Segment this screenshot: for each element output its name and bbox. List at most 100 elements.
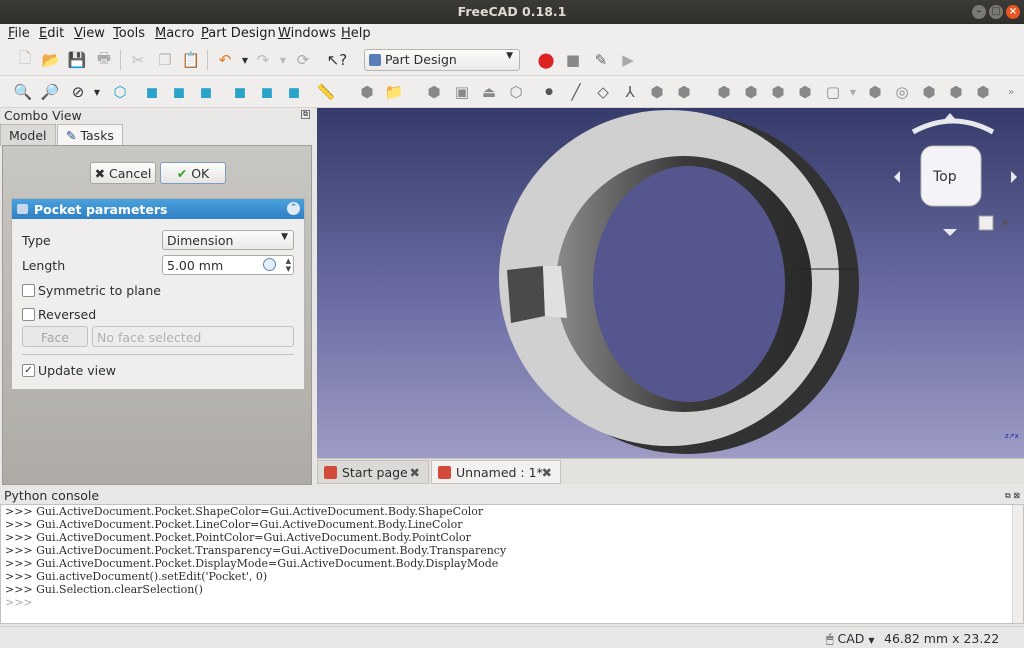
navigation-style-label: CAD xyxy=(837,631,865,646)
create-part-icon[interactable]: ⬢ xyxy=(356,81,378,103)
print-icon[interactable]: 🖶 xyxy=(93,49,115,71)
type-select[interactable]: Dimension ▼ xyxy=(162,230,294,250)
tab-start-page[interactable]: Start page ✖ xyxy=(317,460,429,484)
run-macro-icon[interactable]: ▶ xyxy=(617,49,639,71)
spin-arrows-icon[interactable]: ▲ ▼ xyxy=(286,257,291,273)
shape-binder-icon[interactable]: ⬢ xyxy=(646,81,668,103)
tab-tasks[interactable]: ✎ Tasks xyxy=(57,124,123,146)
close-tab-icon[interactable]: ✖ xyxy=(542,465,552,480)
close-button[interactable]: × xyxy=(1006,5,1020,19)
float-panel-icon[interactable]: ⧉ xyxy=(301,110,310,119)
panel-header[interactable]: Pocket parameters ⌃ xyxy=(12,199,304,219)
3d-viewport[interactable]: Top z↗x xyxy=(317,108,1024,458)
record-macro-icon[interactable]: ⬤ xyxy=(535,49,557,71)
hole-icon[interactable]: ◎ xyxy=(891,81,913,103)
additive-pipe-icon[interactable]: ⬢ xyxy=(794,81,816,103)
navigation-style[interactable]: 🖱 CAD ▼ xyxy=(826,631,875,647)
left-view-icon[interactable]: ◼ xyxy=(283,81,305,103)
menu-help[interactable]: Help xyxy=(341,26,371,41)
copy-icon[interactable]: ❐ xyxy=(154,49,176,71)
additive-primitive-icon[interactable]: ▢ xyxy=(822,81,844,103)
isometric-view-icon[interactable]: ⬡ xyxy=(109,81,131,103)
bottom-view-icon[interactable]: ◼ xyxy=(256,81,278,103)
local-cs-icon[interactable]: ⅄ xyxy=(619,81,641,103)
more-tools-icon[interactable]: » xyxy=(1000,81,1022,103)
groove-icon[interactable]: ⬢ xyxy=(918,81,940,103)
datum-plane-icon[interactable]: ◇ xyxy=(592,81,614,103)
additive-loft-icon[interactable]: ⬢ xyxy=(767,81,789,103)
cube-menu-icon xyxy=(978,215,994,231)
expression-icon[interactable] xyxy=(263,258,276,271)
tab-unnamed[interactable]: Unnamed : 1* ✖ xyxy=(431,460,561,484)
console-line: >>> Gui.ActiveDocument.Pocket.DisplayMod… xyxy=(5,557,499,570)
menu-macro[interactable]: Macro xyxy=(155,26,194,41)
revolution-icon[interactable]: ⬢ xyxy=(740,81,762,103)
open-file-icon[interactable]: 📂 xyxy=(40,49,62,71)
update-view-checkbox[interactable]: ✓ xyxy=(22,364,35,377)
create-sketch-icon[interactable]: ▣ xyxy=(451,81,473,103)
minimize-button[interactable]: – xyxy=(972,5,986,19)
cube-face-label: Top xyxy=(932,169,957,185)
face-button[interactable]: Face xyxy=(22,326,88,347)
clone-icon[interactable]: ⬡ xyxy=(505,81,527,103)
ok-button[interactable]: ✔ OK xyxy=(160,162,226,184)
right-view-icon[interactable]: ◼ xyxy=(195,81,217,103)
rear-view-icon[interactable]: ◼ xyxy=(229,81,251,103)
redo-icon[interactable]: ↷ xyxy=(252,49,274,71)
front-view-icon[interactable]: ◼ xyxy=(141,81,163,103)
edit-macro-icon[interactable]: ✎ xyxy=(590,49,612,71)
file-toolbar: 🗋 📂 💾 🖶 ✂ ❐ 📋 ↶ ▼ ↷ ▼ ⟳ ↖? Part Design ▼… xyxy=(0,44,1024,76)
model-render[interactable]: Top z↗x xyxy=(317,108,1024,458)
menu-view[interactable]: View xyxy=(74,26,105,41)
tab-model[interactable]: Model xyxy=(0,124,56,146)
workbench-selector[interactable]: Part Design ▼ xyxy=(364,49,520,71)
reversed-checkbox[interactable] xyxy=(22,308,35,321)
menu-bar: File Edit View Tools Macro Part Design W… xyxy=(0,24,1024,44)
pocket-icon[interactable]: ⬢ xyxy=(864,81,886,103)
subtractive-loft-icon[interactable]: ⬢ xyxy=(945,81,967,103)
subtractive-pipe-icon[interactable]: ⬢ xyxy=(972,81,994,103)
stop-macro-icon[interactable]: ■ xyxy=(562,49,584,71)
collapse-icon[interactable]: ⌃ xyxy=(287,202,300,215)
console-dock-buttons[interactable]: ⧉ ⊠ xyxy=(1005,491,1020,501)
fit-all-icon[interactable]: 🔍 xyxy=(12,81,34,103)
toolbar-separator xyxy=(120,50,121,70)
close-tab-icon[interactable]: ✖ xyxy=(410,465,420,480)
top-view-icon[interactable]: ◼ xyxy=(168,81,190,103)
maximize-button[interactable]: □ xyxy=(989,5,1003,19)
pad-icon[interactable]: ⬢ xyxy=(713,81,735,103)
paste-icon[interactable]: 📋 xyxy=(180,49,202,71)
sub-shape-binder-icon[interactable]: ⬢ xyxy=(673,81,695,103)
combo-view-title: Combo View xyxy=(4,108,82,123)
menu-file[interactable]: File xyxy=(8,26,30,41)
console-scrollbar[interactable] xyxy=(1012,505,1023,623)
save-icon[interactable]: 💾 xyxy=(66,49,88,71)
symmetric-checkbox[interactable] xyxy=(22,284,35,297)
console-prompt[interactable]: >>> xyxy=(5,596,36,609)
refresh-icon[interactable]: ⟳ xyxy=(292,49,314,71)
datum-point-icon[interactable]: ● xyxy=(538,81,560,103)
datum-line-icon[interactable]: ╱ xyxy=(565,81,587,103)
menu-tools[interactable]: Tools xyxy=(113,26,145,41)
additive-primitive-dropdown-icon[interactable]: ▼ xyxy=(842,81,864,103)
length-input[interactable]: 5.00 mm ▲ ▼ xyxy=(162,255,294,275)
menu-edit[interactable]: Edit xyxy=(39,26,64,41)
cut-icon[interactable]: ✂ xyxy=(127,49,149,71)
whats-this-icon[interactable]: ↖? xyxy=(326,49,348,71)
redo-dropdown-icon[interactable]: ▼ xyxy=(272,49,294,71)
navigation-cube[interactable]: Top xyxy=(894,113,1017,236)
face-field[interactable]: No face selected xyxy=(92,326,294,347)
measure-distance-icon[interactable]: 📏 xyxy=(315,81,337,103)
menu-part-design[interactable]: Part Design xyxy=(201,26,276,41)
undo-icon[interactable]: ↶ xyxy=(214,49,236,71)
create-body-icon[interactable]: ⬢ xyxy=(423,81,445,103)
freecad-icon xyxy=(438,466,451,479)
menu-windows[interactable]: Windows xyxy=(278,26,336,41)
cancel-button[interactable]: ✖ Cancel xyxy=(90,162,156,184)
fit-selection-icon[interactable]: 🔎 xyxy=(39,81,61,103)
draw-style-dropdown-icon[interactable]: ▼ xyxy=(86,81,108,103)
create-group-icon[interactable]: 📁 xyxy=(383,81,405,103)
new-file-icon[interactable]: 🗋 xyxy=(14,49,36,71)
validate-sketch-icon[interactable]: ⏏ xyxy=(478,81,500,103)
python-console[interactable]: >>> Gui.ActiveDocument.Pocket.ShapeColor… xyxy=(0,504,1024,624)
